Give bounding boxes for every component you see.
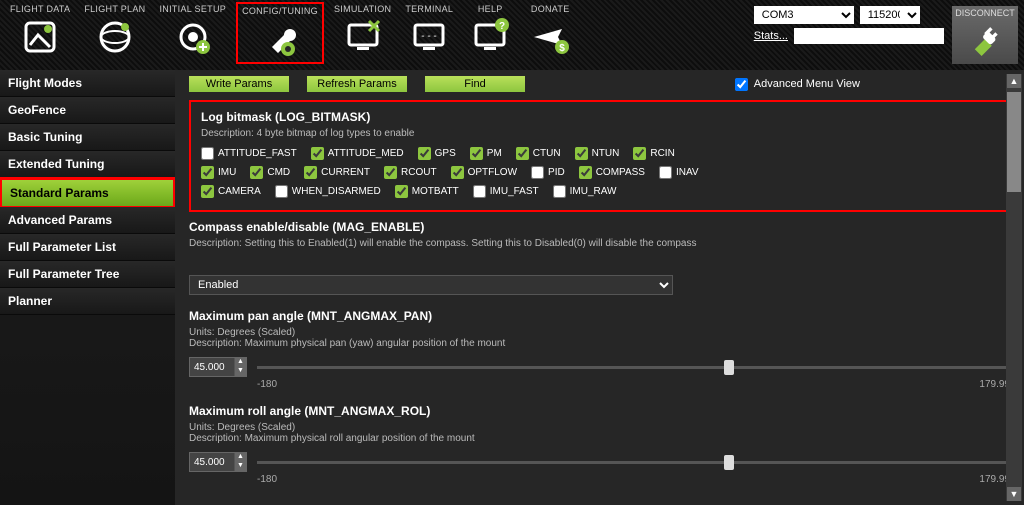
log-bitmask-panel: Log bitmask (LOG_BITMASK) Description: 4… xyxy=(189,100,1010,212)
refresh-params-button[interactable]: Refresh Params xyxy=(307,76,407,92)
bitmask-option-camera[interactable]: CAMERA xyxy=(201,185,261,198)
bitmask-option-imu_raw[interactable]: IMU_RAW xyxy=(553,185,617,198)
tool-simulation[interactable]: SIMULATION xyxy=(330,2,395,64)
sidebar-item-standard-params[interactable]: Standard Params xyxy=(0,178,175,207)
bitmask-option-ctun[interactable]: CTUN xyxy=(516,147,561,160)
stats-link[interactable]: Stats... xyxy=(754,30,788,42)
bitmask-option-compass[interactable]: COMPASS xyxy=(579,166,645,179)
terminal-icon: - - - xyxy=(406,16,452,58)
svg-text:- - -: - - - xyxy=(421,31,437,42)
bitmask-option-current[interactable]: CURRENT xyxy=(304,166,370,179)
bitmask-option-rcout[interactable]: RCOUT xyxy=(384,166,437,179)
tool-help[interactable]: HELP ? xyxy=(463,2,517,64)
scroll-up-icon[interactable]: ▲ xyxy=(1007,74,1021,88)
scroll-down-icon[interactable]: ▼ xyxy=(1007,487,1021,501)
gauge-icon xyxy=(17,16,63,58)
gear-plus-icon xyxy=(170,16,216,58)
bitmask-option-attitude_fast[interactable]: ATTITUDE_FAST xyxy=(201,147,297,160)
bitmask-option-pid[interactable]: PID xyxy=(531,166,565,179)
spin-up-icon[interactable]: ▲ xyxy=(234,358,246,367)
plug-icon xyxy=(968,22,1002,56)
param-mag-enable: Compass enable/disable (MAG_ENABLE) Desc… xyxy=(189,220,1010,295)
bitmask-option-when_disarmed[interactable]: WHEN_DISARMED xyxy=(275,185,381,198)
spin-up-icon[interactable]: ▲ xyxy=(234,453,246,462)
disconnect-button[interactable]: DISCONNECT xyxy=(952,6,1018,64)
sidebar-item-extended-tuning[interactable]: Extended Tuning xyxy=(0,151,175,178)
tool-flight-data[interactable]: FLIGHT DATA xyxy=(6,2,74,64)
mag-enable-select[interactable]: Enabled xyxy=(189,275,673,295)
globe-icon xyxy=(92,16,138,58)
action-bar: Write Params Refresh Params Find Advance… xyxy=(189,76,1010,92)
tool-config-tuning[interactable]: CONFIG/TUNING xyxy=(236,2,324,64)
wrench-icon xyxy=(257,18,303,60)
bitmask-option-imu_fast[interactable]: IMU_FAST xyxy=(473,185,539,198)
spin-down-icon[interactable]: ▼ xyxy=(234,367,246,376)
bitmask-option-imu[interactable]: IMU xyxy=(201,166,236,179)
scrollbar-thumb[interactable] xyxy=(1007,92,1021,192)
mnt-rol-slider[interactable] xyxy=(257,461,1010,464)
advanced-view-checkbox[interactable]: Advanced Menu View xyxy=(735,78,860,91)
param-title-log-bitmask: Log bitmask (LOG_BITMASK) xyxy=(201,110,998,124)
bitmask-option-attitude_med[interactable]: ATTITUDE_MED xyxy=(311,147,404,160)
content-panel: Write Params Refresh Params Find Advance… xyxy=(175,70,1024,505)
plane-icon: $ xyxy=(527,16,573,58)
spin-down-icon[interactable]: ▼ xyxy=(234,462,246,471)
stats-input[interactable] xyxy=(794,28,944,44)
vertical-scrollbar[interactable]: ▲ ▼ xyxy=(1006,74,1022,501)
bitmask-option-cmd[interactable]: CMD xyxy=(250,166,290,179)
sidebar-item-full-param-tree[interactable]: Full Parameter Tree xyxy=(0,261,175,288)
sidebar-item-basic-tuning[interactable]: Basic Tuning xyxy=(0,124,175,151)
svg-text:$: $ xyxy=(559,43,565,54)
param-mnt-angmax-rol: Maximum roll angle (MNT_ANGMAX_ROL) Unit… xyxy=(189,404,1010,485)
bitmask-option-pm[interactable]: PM xyxy=(470,147,502,160)
mnt-rol-spinner[interactable]: ▲▼ xyxy=(189,452,247,472)
find-button[interactable]: Find xyxy=(425,76,525,92)
baud-rate-select[interactable]: 115200 xyxy=(860,6,920,24)
mnt-pan-slider[interactable] xyxy=(257,366,1010,369)
sidebar: Flight Modes GeoFence Basic Tuning Exten… xyxy=(0,70,175,505)
help-icon: ? xyxy=(467,16,513,58)
mnt-pan-spinner[interactable]: ▲▼ xyxy=(189,357,247,377)
param-mnt-angmax-pan: Maximum pan angle (MNT_ANGMAX_PAN) Units… xyxy=(189,309,1010,390)
com-port-select[interactable]: COM3 xyxy=(754,6,854,24)
slider-thumb[interactable] xyxy=(724,455,734,470)
tool-flight-plan[interactable]: FLIGHT PLAN xyxy=(80,2,149,64)
sidebar-item-planner[interactable]: Planner xyxy=(0,288,175,315)
slider-thumb[interactable] xyxy=(724,360,734,375)
bitmask-option-ntun[interactable]: NTUN xyxy=(575,147,620,160)
sidebar-item-full-param-list[interactable]: Full Parameter List xyxy=(0,234,175,261)
bitmask-option-inav[interactable]: INAV xyxy=(659,166,699,179)
write-params-button[interactable]: Write Params xyxy=(189,76,289,92)
bitmask-option-gps[interactable]: GPS xyxy=(418,147,456,160)
tool-initial-setup[interactable]: INITIAL SETUP xyxy=(155,2,230,64)
bitmask-option-optflow[interactable]: OPTFLOW xyxy=(451,166,517,179)
sidebar-item-advanced-params[interactable]: Advanced Params xyxy=(0,207,175,234)
monitor-x-icon xyxy=(340,16,386,58)
bitmask-option-rcin[interactable]: RCIN xyxy=(633,147,674,160)
sidebar-item-geofence[interactable]: GeoFence xyxy=(0,97,175,124)
bitmask-option-motbatt[interactable]: MOTBATT xyxy=(395,185,459,198)
tool-terminal[interactable]: TERMINAL - - - xyxy=(401,2,457,64)
toolbar-connection-panel: COM3 115200 Stats... DISCONNECT xyxy=(754,6,1018,64)
main-toolbar: FLIGHT DATA FLIGHT PLAN INITIAL SETUP CO… xyxy=(0,0,1024,70)
svg-text:?: ? xyxy=(499,21,505,32)
sidebar-item-flight-modes[interactable]: Flight Modes xyxy=(0,70,175,97)
tool-donate[interactable]: DONATE $ xyxy=(523,2,577,64)
